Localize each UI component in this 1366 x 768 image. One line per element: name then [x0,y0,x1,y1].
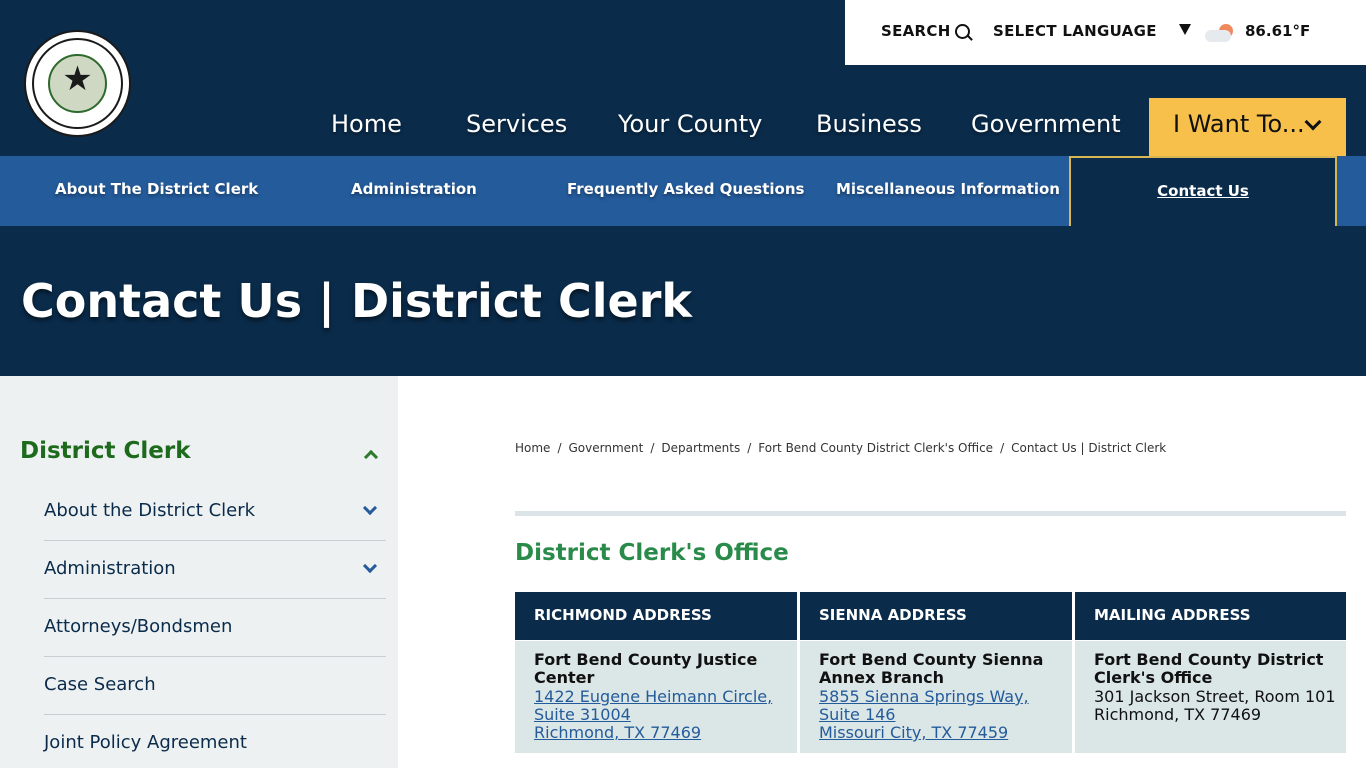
nav-your-county[interactable]: Your County [618,110,762,138]
chevron-down-icon[interactable] [362,558,378,574]
sidebar-item-label: Administration [44,558,176,579]
breadcrumb-home[interactable]: Home [515,441,550,455]
i-want-to-label: I Want To... [1173,110,1305,138]
search-link[interactable]: SEARCH [881,22,951,40]
nav-business[interactable]: Business [816,110,922,138]
table-header-mailing: MAILING ADDRESS [1075,592,1346,640]
nav-home[interactable]: Home [331,110,402,138]
breadcrumb: Home / Government / Departments / Fort Bend Co… [515,441,1167,455]
subnav-contact-us[interactable]: Contact Us [1069,156,1337,228]
breadcrumb-departments[interactable]: Departments [661,441,740,455]
sidebar-item-attorneys[interactable]: Attorneys/Bondsmen [44,599,386,657]
section-divider [515,511,1346,516]
site-header: ★ SEARCH SELECT LANGUAGE 86.61°F Home Se… [0,0,1366,156]
subnav-faq[interactable]: Frequently Asked Questions [567,180,804,198]
sidebar: District Clerk About the District Clerk … [0,376,398,768]
page-title: Contact Us | District Clerk [21,274,693,328]
select-language-dropdown[interactable]: SELECT LANGUAGE [993,22,1157,40]
star-icon: ★ [62,59,93,99]
weather-icon [1205,22,1239,42]
address-line: 301 Jackson Street, Room 101 [1094,687,1336,706]
sidebar-item-label: Attorneys/Bondsmen [44,616,233,637]
cloud-shape [1205,30,1231,42]
subnav-administration[interactable]: Administration [351,180,477,198]
chevron-down-icon[interactable] [362,500,378,516]
office-heading: District Clerk's Office [515,540,789,566]
address-link-line[interactable]: Suite 146 [819,706,895,724]
chevron-down-icon [1304,113,1322,131]
subnav-about[interactable]: About The District Clerk [55,180,258,198]
location-name: Fort Bend County Sienna Annex Branch [819,650,1044,687]
department-subnav: About The District Clerk Administration … [0,156,1366,228]
sidebar-item-case-search[interactable]: Case Search [44,657,386,715]
nav-government[interactable]: Government [971,110,1121,138]
address-cell-sienna: Fort Bend County Sienna Annex Branch 585… [800,641,1072,753]
search-icon[interactable] [955,24,970,39]
table-header-richmond: RICHMOND ADDRESS [515,592,797,640]
subnav-contact-us-label: Contact Us [1157,182,1249,200]
address-link-line[interactable]: 1422 Eugene Heimann Circle, [534,688,772,706]
caret-down-icon[interactable] [1179,24,1191,35]
column-header: MAILING ADDRESS [1094,606,1251,624]
sidebar-item-label: About the District Clerk [44,500,256,521]
temperature-readout: 86.61°F [1245,22,1311,40]
utility-bar: SEARCH SELECT LANGUAGE 86.61°F [845,0,1366,65]
address-link-line[interactable]: 5855 Sienna Springs Way, [819,688,1029,706]
breadcrumb-current: Contact Us | District Clerk [1011,441,1167,455]
sidebar-item-joint-policy[interactable]: Joint Policy Agreement [44,715,386,768]
sidebar-item-administration[interactable]: Administration [44,541,386,599]
i-want-to-button[interactable]: I Want To... [1149,98,1346,156]
nav-services[interactable]: Services [466,110,567,138]
main-navigation: Home Services Your County Business Gover… [0,98,1366,156]
page-banner: Contact Us | District Clerk [0,226,1366,376]
location-name: Fort Bend County Justice Center [534,650,758,687]
column-header: SIENNA ADDRESS [819,606,967,624]
address-cell-richmond: Fort Bend County Justice Center 1422 Eug… [515,641,797,753]
sidebar-item-label: Case Search [44,674,156,695]
sidebar-title[interactable]: District Clerk [20,438,191,464]
breadcrumb-office[interactable]: Fort Bend County District Clerk's Office [758,441,993,455]
subnav-misc[interactable]: Miscellaneous Information [836,180,1060,198]
address-link-line[interactable]: Richmond, TX 77469 [534,724,701,742]
address-link-line[interactable]: Suite 31004 [534,706,631,724]
chevron-up-icon[interactable] [363,449,379,465]
sidebar-item-about[interactable]: About the District Clerk [44,483,386,541]
sidebar-item-label: Joint Policy Agreement [44,732,247,753]
table-header-sienna: SIENNA ADDRESS [800,592,1072,640]
breadcrumb-government[interactable]: Government [568,441,643,455]
column-header: RICHMOND ADDRESS [534,606,712,624]
address-cell-mailing: Fort Bend County District Clerk's Office… [1075,641,1346,753]
address-link-line[interactable]: Missouri City, TX 77459 [819,724,1008,742]
location-name: Fort Bend County District Clerk's Office [1094,650,1324,687]
address-line: Richmond, TX 77469 [1094,705,1262,724]
